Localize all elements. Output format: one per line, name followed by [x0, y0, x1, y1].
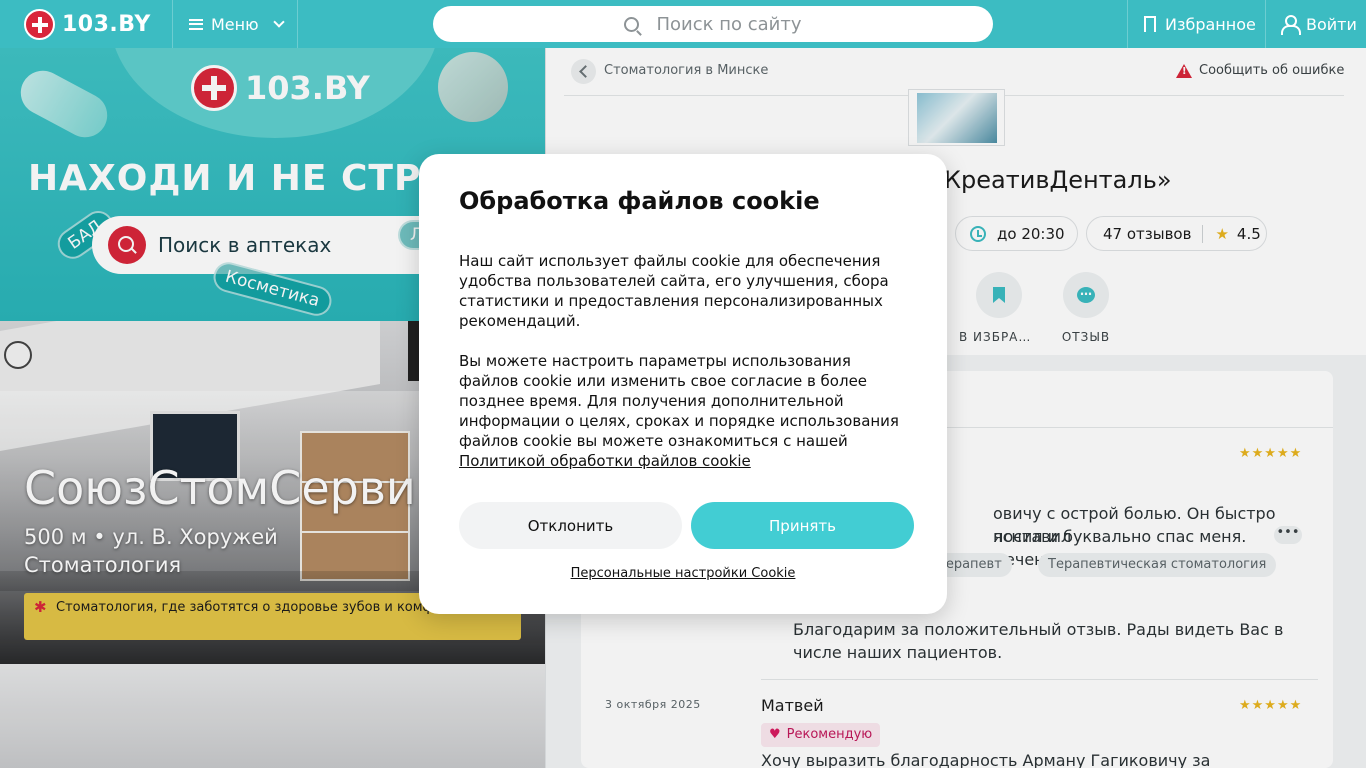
cookie-policy-link[interactable]: Политикой обработки файлов cookie — [459, 452, 751, 470]
menu-label: Меню — [211, 14, 259, 34]
search-placeholder: Поиск по сайту — [656, 13, 802, 35]
decline-button[interactable]: Отклонить — [459, 502, 682, 549]
chevron-down-icon — [272, 16, 285, 28]
favorites-button[interactable]: Избранное — [1127, 0, 1266, 48]
cookie-settings-paragraph: Вы можете настроить параметры использова… — [459, 351, 909, 471]
hamburger-icon — [189, 18, 203, 30]
medical-cross-icon — [24, 9, 55, 40]
top-header: 103.BY Меню Поиск по сайту Избранное Вой… — [0, 0, 1366, 48]
favorites-label: Избранное — [1165, 14, 1256, 34]
cookie-info-paragraph: Наш сайт использует файлы cookie для обе… — [459, 252, 889, 330]
menu-button[interactable]: Меню — [172, 0, 298, 48]
accept-button[interactable]: Принять — [691, 502, 914, 549]
cookie-settings-text: Вы можете настроить параметры использова… — [459, 352, 899, 450]
bookmark-icon — [1144, 16, 1156, 34]
logo-text: 103.BY — [62, 12, 151, 37]
cookie-settings-link[interactable]: Персональные настройки Cookie — [419, 566, 947, 581]
site-search-input[interactable]: Поиск по сайту — [433, 6, 993, 42]
user-icon — [1280, 15, 1301, 35]
cookie-consent-dialog: Обработка файлов cookie Наш сайт использ… — [419, 154, 947, 614]
search-icon — [624, 16, 640, 32]
login-button[interactable]: Войти — [1280, 0, 1357, 48]
site-logo[interactable]: 103.BY — [24, 9, 151, 40]
login-label: Войти — [1306, 14, 1357, 34]
cookie-dialog-title: Обработка файлов cookie — [459, 187, 820, 215]
